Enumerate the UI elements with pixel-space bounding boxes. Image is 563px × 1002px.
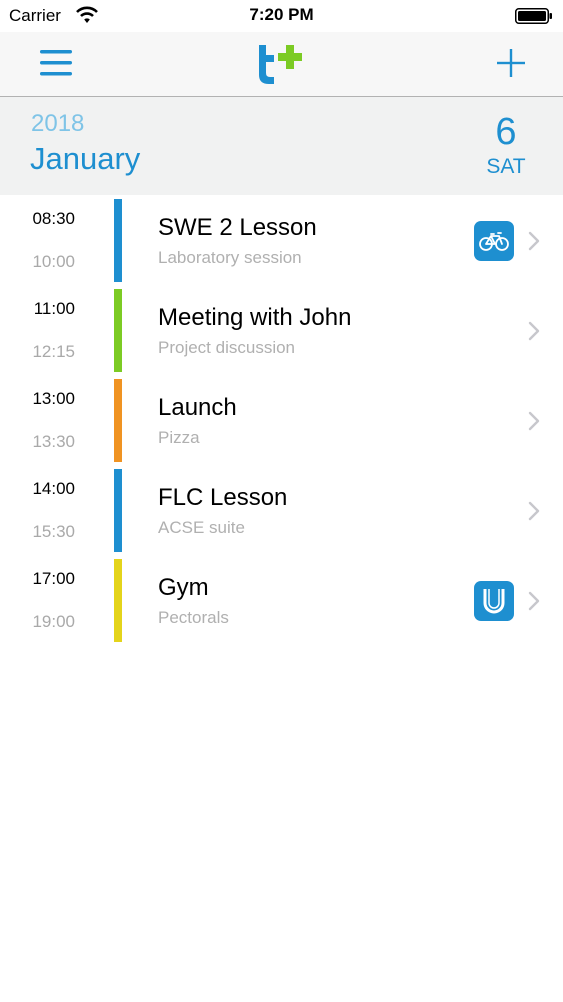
event-color-bar	[114, 379, 122, 462]
event-title: Meeting with John	[158, 304, 352, 331]
event-row[interactable]: 13:00 13:30 Launch Pizza	[0, 375, 563, 465]
day-number: 6	[495, 111, 517, 153]
event-subtitle: Pectorals	[158, 608, 229, 627]
status-bar: Carrier 7:20 PM	[0, 0, 563, 32]
event-row[interactable]: 11:00 12:15 Meeting with John Project discu…	[0, 285, 563, 375]
chevron-right-icon	[528, 501, 540, 521]
event-end-time: 15:30	[32, 522, 75, 541]
chevron-right-icon	[528, 591, 540, 611]
event-start-time: 13:00	[32, 389, 75, 408]
event-start-time: 14:00	[32, 479, 75, 498]
year-label: 2018	[31, 110, 85, 137]
date-header: 2018 January 6 SAT	[0, 97, 563, 195]
event-end-time: 12:15	[32, 342, 75, 361]
chevron-right-icon	[528, 321, 540, 341]
chevron-right-icon	[528, 231, 540, 251]
event-color-bar	[114, 469, 122, 552]
event-start-time: 11:00	[33, 299, 75, 318]
add-event-button[interactable]	[494, 46, 528, 80]
event-color-bar	[114, 199, 122, 282]
battery-icon	[515, 8, 552, 24]
chevron-right-icon	[528, 411, 540, 431]
event-subtitle: Project discussion	[158, 338, 296, 357]
event-color-bar	[114, 559, 122, 642]
event-start-time: 08:30	[32, 209, 75, 228]
status-time: 7:20 PM	[249, 5, 314, 24]
event-subtitle: ACSE suite	[158, 518, 245, 537]
event-row[interactable]: 08:30 10:00 SWE 2 Lesson Laboratory session	[0, 195, 563, 285]
event-title: Launch	[158, 394, 237, 421]
horseshoe-icon	[474, 581, 514, 621]
event-end-time: 19:00	[32, 612, 75, 631]
event-end-time: 10:00	[32, 252, 75, 271]
event-title: SWE 2 Lesson	[158, 214, 317, 241]
event-title: FLC Lesson	[158, 484, 288, 511]
navigation-bar	[0, 32, 563, 97]
event-list: 08:30 10:00 SWE 2 Lesson Laboratory session…	[0, 195, 563, 645]
event-subtitle: Pizza	[158, 428, 200, 447]
event-subtitle: Laboratory session	[158, 248, 302, 267]
day-name: SAT	[486, 155, 526, 178]
menu-icon[interactable]	[38, 46, 74, 80]
bicycle-icon	[474, 221, 514, 261]
event-row[interactable]: 17:00 19:00 Gym Pectorals	[0, 555, 563, 645]
event-color-bar	[114, 289, 122, 372]
app-logo-icon	[259, 45, 302, 84]
month-label: January	[30, 141, 141, 176]
event-row[interactable]: 14:00 15:30 FLC Lesson ACSE suite	[0, 465, 563, 555]
event-start-time: 17:00	[32, 569, 75, 588]
event-title: Gym	[158, 574, 209, 601]
event-end-time: 13:30	[32, 432, 75, 451]
